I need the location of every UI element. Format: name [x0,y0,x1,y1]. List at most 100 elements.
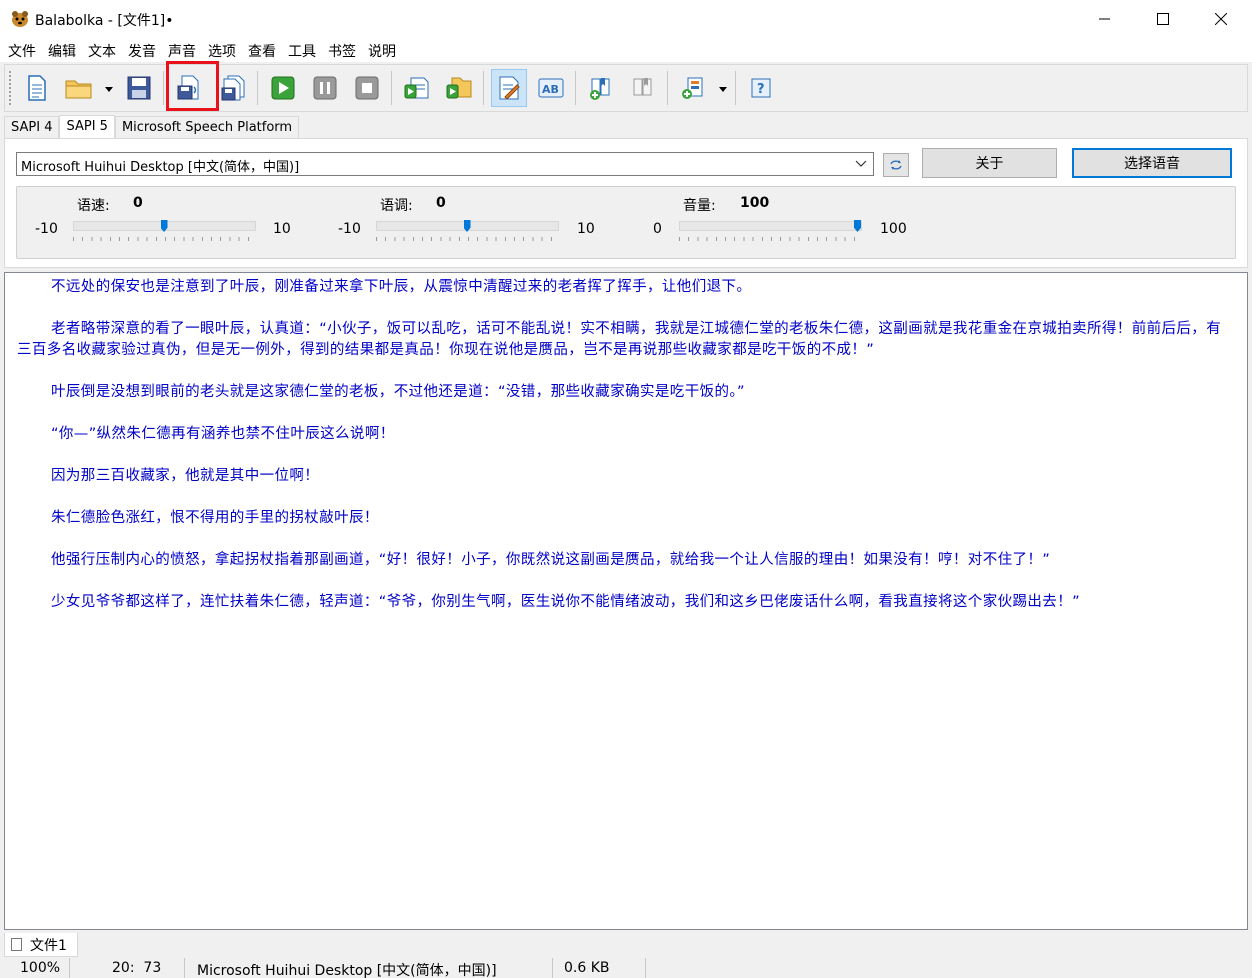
menu-view[interactable]: 查看 [242,38,282,62]
pitch-label: 语调: [380,198,413,214]
pause-button[interactable] [307,69,343,107]
read-clipboard-button[interactable] [399,69,435,107]
dictionary-dropdown-arrow[interactable] [719,87,727,92]
new-document-icon [28,75,46,101]
save-disk-icon [127,76,151,100]
save-button[interactable] [121,69,157,107]
paragraph: 不远处的保安也是注意到了叶辰，刚准备过来拿下叶辰，从震惊中清醒过来的老者挥了挥手… [51,279,752,295]
status-voice: Microsoft Huihui Desktop [中文(简体，中国)] [185,958,553,978]
menu-text[interactable]: 文本 [82,38,122,62]
spell-check-button[interactable]: AB [533,69,569,107]
help-button[interactable]: ? [743,69,779,107]
refresh-voices-button[interactable] [883,153,909,177]
document-icon [11,938,22,951]
close-icon [1215,13,1227,25]
pitch-slider-ticks [376,237,559,241]
read-files-button[interactable] [441,69,477,107]
help-icon: ? [751,78,771,98]
rate-value: 0 [133,195,143,211]
rate-slider-ticks [73,237,256,241]
status-bar: 100% 20: 73 Microsoft Huihui Desktop [中文… [0,958,1252,978]
bookmarks-button[interactable] [625,69,661,107]
menu-help[interactable]: 说明 [362,38,402,62]
maximize-icon [1157,13,1169,25]
about-voice-button[interactable]: 关于 [922,148,1057,178]
add-bookmark-icon [590,78,610,100]
menu-file[interactable]: 文件 [2,38,42,62]
volume-value: 100 [740,195,770,211]
voice-dropdown[interactable]: Microsoft Huihui Desktop [中文(简体，中国)] [16,152,874,176]
window-title: Balabolka - [文件1]• [35,13,174,29]
menu-pronunciation[interactable]: 发音 [122,38,162,62]
paragraph: 因为那三百收藏家，他就是其中一位啊！ [51,468,320,484]
paragraph: “你—”纵然朱仁德再有涵养也禁不住叶辰这么说啊！ [51,426,395,442]
open-button[interactable] [61,69,97,107]
open-dropdown-arrow[interactable] [105,87,113,92]
maximize-button[interactable] [1134,0,1192,38]
chevron-down-icon [855,160,867,167]
menu-bar: 文件 编辑 文本 发音 声音 选项 查看 工具 书签 说明 [0,38,1252,62]
menu-options[interactable]: 选项 [202,38,242,62]
text-editor[interactable]: 不远处的保安也是注意到了叶辰，刚准备过来拿下叶辰，从震惊中清醒过来的老者挥了挥手… [4,272,1248,930]
read-clipboard-icon [404,77,429,99]
batch-convert-button[interactable] [215,69,251,107]
document-tab-label: 文件1 [30,937,67,954]
select-voice-button[interactable]: 选择语音 [1072,148,1232,178]
voice-settings-group: 语速: 0 -10 10 语调: 0 -10 10 音量: 100 0 100 [16,186,1236,259]
minimize-icon [1099,18,1110,20]
minimize-button[interactable] [1076,0,1134,38]
menu-tools[interactable]: 工具 [282,38,322,62]
open-folder-icon [65,80,92,99]
status-file-size: 0.6 KB [553,958,646,978]
rate-label: 语速: [77,198,110,214]
volume-slider-track[interactable] [679,221,862,231]
add-bookmark-button[interactable] [583,69,619,107]
pronunciation-dictionary-button[interactable] [675,69,711,107]
volume-label: 音量: [683,198,716,214]
refresh-icon [890,160,902,170]
title-bar: Balabolka - [文件1]• [0,0,1252,38]
rate-max: 10 [273,221,291,237]
pitch-max: 10 [577,221,595,237]
balabolka-app-icon [12,11,28,27]
new-document-button[interactable] [19,69,55,107]
paragraph: 他强行压制内心的愤怒，拿起拐杖指着那副画道，“好！很好！小子，你既然说这副画是赝… [51,552,1051,568]
stop-button[interactable] [349,69,385,107]
edit-text-icon [499,76,520,100]
spell-check-icon: AB [538,78,564,98]
svg-text:?: ? [757,82,765,97]
bookmarks-icon [633,78,652,96]
menu-bookmarks[interactable]: 书签 [322,38,362,62]
rate-min: -10 [35,221,58,237]
pronunciation-dictionary-icon [682,77,703,99]
toolbar-grip[interactable] [9,71,12,105]
volume-slider-ticks [679,237,862,241]
batch-convert-icon [221,75,245,101]
volume-max: 100 [880,221,907,237]
paragraph: 少女见爷爷都这样了，连忙扶着朱仁德，轻声道：“爷爷，你别生气啊，医生说你不能情绪… [51,594,1081,610]
stop-icon [355,76,379,100]
status-zoom: 100% [0,958,70,978]
tab-speech-platform[interactable]: Microsoft Speech Platform [114,116,300,138]
play-button[interactable] [265,69,301,107]
document-tab[interactable]: 文件1 [4,933,78,957]
play-icon [271,76,295,100]
voice-dropdown-value: Microsoft Huihui Desktop [中文(简体，中国)] [21,160,300,175]
pause-icon [313,76,337,100]
pitch-min: -10 [338,221,361,237]
paragraph: 叶辰倒是没想到眼前的老头就是这家德仁堂的老板，不过他还是道：“没错，那些收藏家确… [51,384,745,400]
tab-sapi4[interactable]: SAPI 4 [4,116,60,138]
pitch-value: 0 [436,195,446,211]
read-files-icon [446,77,472,99]
menu-voice[interactable]: 声音 [162,38,202,62]
paragraph: 老者略带深意的看了一眼叶辰，认真道：“小伙子，饭可以乱吃，话可不能乱说！实不相瞒… [17,321,1222,358]
menu-edit[interactable]: 编辑 [42,38,82,62]
voice-panel: Microsoft Huihui Desktop [中文(简体，中国)] 关于 … [4,138,1248,268]
engine-tabs: SAPI 4 SAPI 5 Microsoft Speech Platform [4,115,300,138]
volume-min: 0 [653,221,662,237]
close-button[interactable] [1192,0,1250,38]
tab-sapi5[interactable]: SAPI 5 [59,115,115,138]
edit-text-button[interactable] [491,69,527,107]
svg-text:AB: AB [542,83,559,96]
status-cursor-position: 20: 73 [70,958,185,978]
